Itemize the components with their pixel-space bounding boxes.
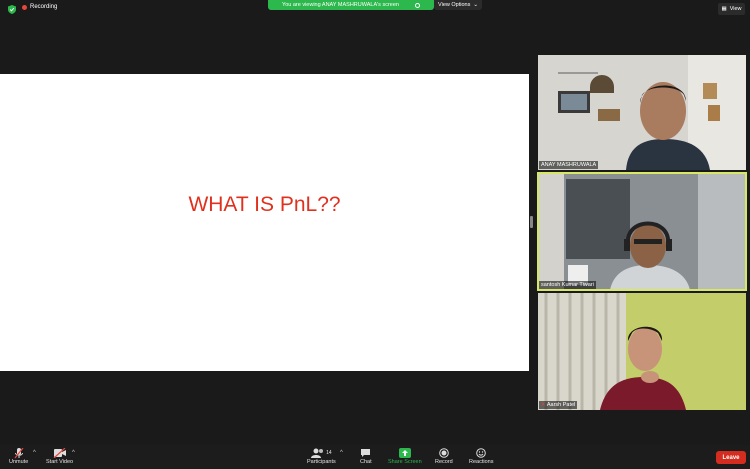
- record-label: Record: [435, 459, 453, 465]
- participant-video: [538, 55, 746, 170]
- chevron-up-icon[interactable]: ^: [340, 450, 343, 456]
- meeting-controls: Unmute ^ Start Video ^ 14 Participants ^…: [0, 445, 750, 469]
- chevron-down-icon: ⌄: [473, 2, 478, 8]
- share-screen-label: Share Screen: [388, 459, 422, 465]
- video-tile-aarsh[interactable]: ✕ Aarsh Patel: [538, 293, 746, 410]
- share-screen-icon: [398, 447, 411, 459]
- view-options-button[interactable]: View Options ⌄: [434, 0, 482, 10]
- video-tile-santosh[interactable]: santosh Kumar Tiwari: [537, 172, 747, 291]
- leave-button[interactable]: Leave: [716, 451, 746, 464]
- status-circle-icon: [414, 2, 420, 8]
- view-button[interactable]: ▦ View: [718, 3, 745, 15]
- record-icon: [439, 447, 449, 459]
- chevron-up-icon[interactable]: ^: [72, 450, 75, 456]
- recording-label: Recording: [30, 4, 58, 10]
- participants-button[interactable]: 14 Participants: [307, 447, 336, 465]
- viewing-text: You are viewing ANAY MASHRUWALA's screen: [282, 2, 399, 8]
- slide-title: WHAT IS PnL??: [188, 193, 341, 216]
- participant-name-label: ✕ Aarsh Patel: [539, 401, 578, 409]
- unmute-label: Unmute: [9, 459, 29, 465]
- chat-button[interactable]: Chat: [360, 447, 372, 465]
- unmute-button[interactable]: Unmute: [9, 447, 28, 465]
- participants-count: 14: [326, 450, 332, 456]
- reactions-button[interactable]: Reactions: [469, 447, 493, 465]
- recording-indicator[interactable]: Recording: [22, 4, 57, 10]
- video-tile-anay[interactable]: ANAY MASHRUWALA: [538, 55, 746, 170]
- record-button[interactable]: Record: [435, 447, 453, 465]
- viewing-banner: You are viewing ANAY MASHRUWALA's screen: [268, 0, 434, 10]
- top-bar: Recording You are viewing ANAY MASHRUWAL…: [0, 0, 750, 18]
- video-off-icon: [53, 447, 67, 459]
- start-video-button[interactable]: Start Video: [46, 447, 73, 465]
- participant-video: [538, 293, 746, 410]
- chat-icon: [360, 447, 371, 459]
- chat-label: Chat: [360, 459, 372, 465]
- participant-name-label: ANAY MASHRUWALA: [539, 161, 599, 169]
- grid-icon: ▦: [721, 6, 727, 12]
- view-label: View: [729, 6, 742, 12]
- start-video-label: Start Video: [46, 459, 74, 465]
- participants-icon: 14: [311, 447, 332, 459]
- reactions-icon: [476, 447, 487, 459]
- chevron-up-icon[interactable]: ^: [33, 450, 36, 456]
- security-shield-icon[interactable]: [8, 5, 16, 14]
- microphone-muted-icon: [14, 447, 24, 459]
- participant-name-label: santosh Kumar Tiwari: [539, 281, 596, 289]
- microphone-muted-icon: ✕: [541, 402, 546, 408]
- participant-name: Aarsh Patel: [546, 402, 576, 408]
- share-screen-button[interactable]: Share Screen: [388, 447, 422, 465]
- reactions-label: Reactions: [469, 459, 494, 465]
- shared-screen: WHAT IS PnL??: [0, 74, 529, 371]
- panel-resize-handle[interactable]: [530, 216, 533, 228]
- participant-video: [538, 173, 746, 290]
- view-options-label: View Options: [438, 2, 471, 8]
- participants-label: Participants: [307, 459, 336, 465]
- recording-dot-icon: [22, 4, 27, 10]
